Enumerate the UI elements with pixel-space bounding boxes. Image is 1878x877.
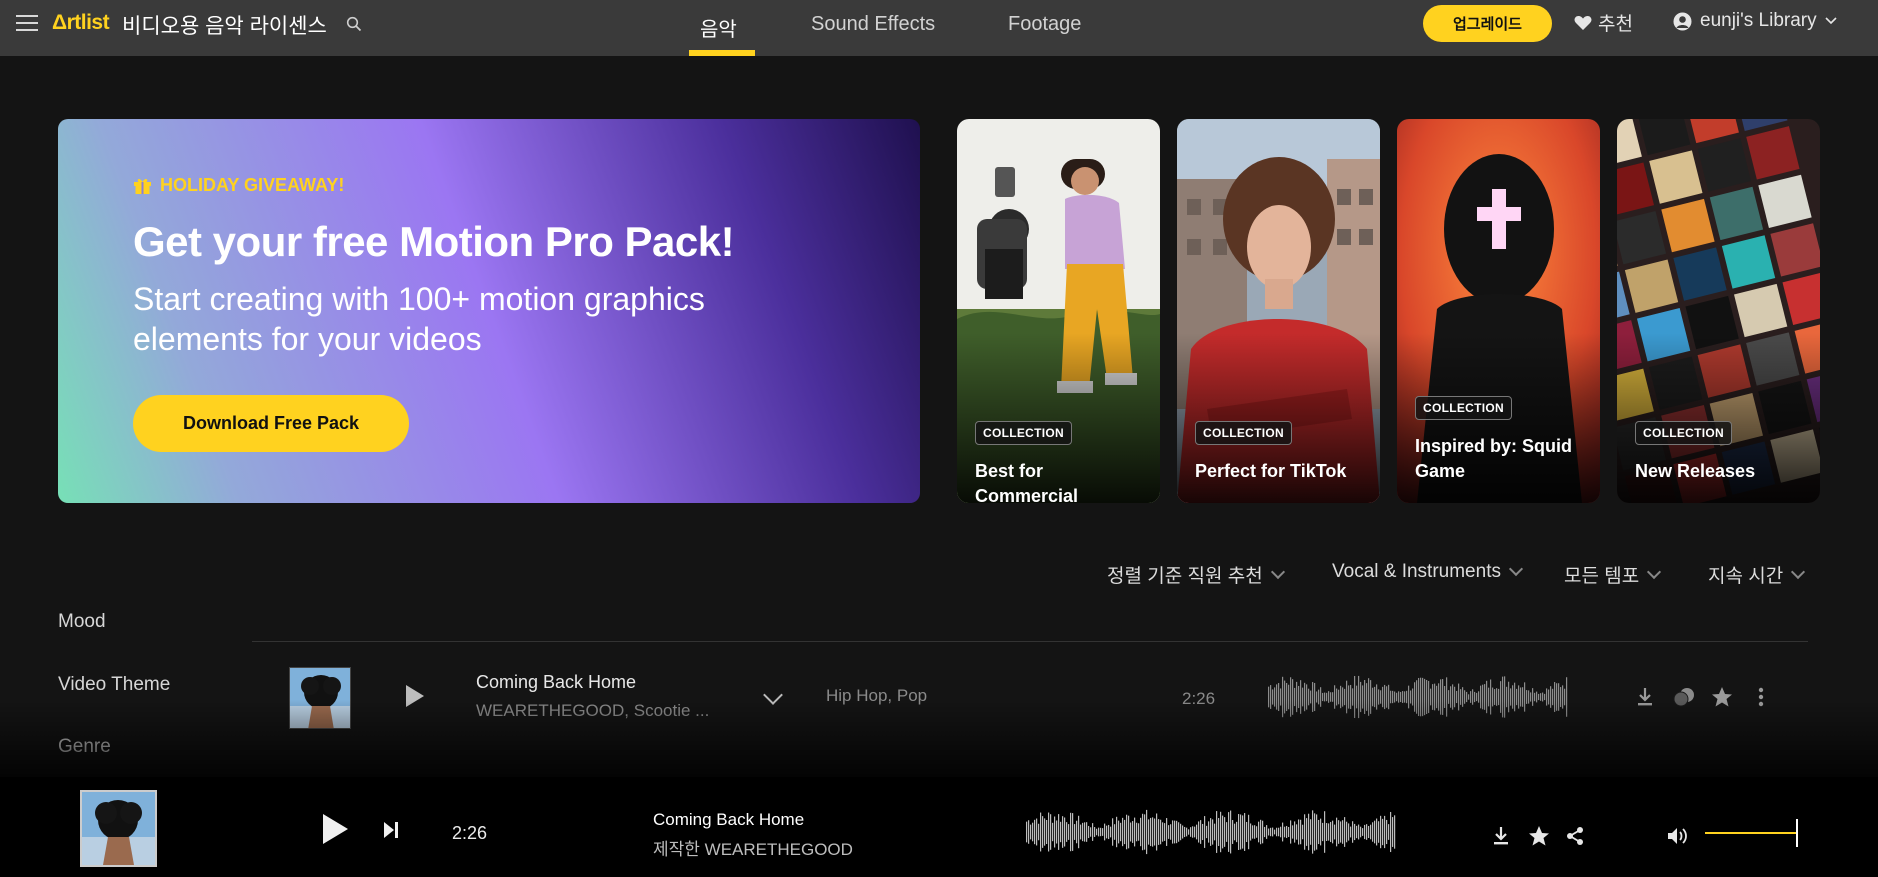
tempo-dropdown[interactable]: 모든 템포 bbox=[1564, 561, 1662, 588]
gift-icon bbox=[134, 178, 151, 194]
share-icon[interactable] bbox=[1562, 823, 1588, 849]
bottom-player: 2:26 Coming Back Home 제작한 WEARETHEGOOD bbox=[0, 777, 1878, 877]
collection-badge: COLLECTION bbox=[1635, 421, 1732, 445]
hero-title: Get your free Motion Pro Pack! bbox=[133, 218, 735, 265]
player-track-artist[interactable]: 제작한 WEARETHEGOOD bbox=[653, 835, 853, 860]
track-artist[interactable]: WEARETHEGOOD, Scootie ... bbox=[476, 701, 716, 721]
play-icon[interactable] bbox=[320, 812, 350, 846]
player-time: 2:26 bbox=[452, 823, 488, 843]
chevron-down-icon bbox=[1647, 564, 1662, 579]
collection-card-commercial[interactable]: COLLECTION Best for Commercial bbox=[957, 119, 1160, 503]
library-menu[interactable]: eunji's Library bbox=[1673, 10, 1837, 32]
chevron-down-icon bbox=[1270, 564, 1285, 579]
player-track-title[interactable]: Coming Back Home bbox=[653, 810, 804, 830]
search-icon[interactable] bbox=[346, 16, 362, 32]
sort-label: 정렬 기준 직원 추천 bbox=[1107, 566, 1263, 587]
player-cover[interactable] bbox=[80, 790, 157, 867]
tab-music[interactable]: 음악 bbox=[700, 13, 737, 42]
track-title[interactable]: Coming Back Home bbox=[476, 672, 636, 693]
collection-title: New Releases bbox=[1635, 461, 1756, 481]
recommend-link[interactable]: 추천 bbox=[1574, 9, 1633, 36]
hero-tag: HOLIDAY GIVEAWAY! bbox=[133, 175, 344, 196]
recommend-label: 추천 bbox=[1598, 14, 1633, 35]
collection-card-tiktok[interactable]: COLLECTION Perfect for TikTok bbox=[1177, 119, 1380, 503]
tab-sound-effects[interactable]: Sound Effects bbox=[811, 13, 935, 36]
collection-badge: COLLECTION bbox=[975, 421, 1072, 445]
vocal-instruments-dropdown[interactable]: Vocal & Instruments bbox=[1332, 561, 1524, 583]
tab-footage[interactable]: Footage bbox=[1008, 13, 1081, 36]
star-icon[interactable] bbox=[1709, 684, 1735, 710]
track-waveform[interactable] bbox=[1268, 672, 1568, 722]
collection-card-squid-game[interactable]: COLLECTION Inspired by: Squid Game bbox=[1397, 119, 1600, 503]
stems-icon[interactable] bbox=[1671, 684, 1697, 710]
heart-icon bbox=[1574, 15, 1592, 30]
artlist-app: Δrtlist 비디오용 음악 라이센스 음악 Sound Effects Fo… bbox=[0, 0, 1878, 877]
duration-label: 지속 시간 bbox=[1708, 566, 1784, 587]
collection-title: Best for Commercial bbox=[975, 461, 1079, 503]
download-icon[interactable] bbox=[1632, 684, 1658, 710]
download-icon[interactable] bbox=[1488, 823, 1514, 849]
collection-badge: COLLECTION bbox=[1415, 396, 1512, 420]
more-options-icon[interactable] bbox=[1748, 684, 1774, 710]
collection-card-new-releases[interactable]: COLLECTION New Releases bbox=[1617, 119, 1820, 503]
volume-slider[interactable] bbox=[1705, 832, 1797, 834]
star-icon[interactable] bbox=[1526, 823, 1552, 849]
chevron-down-icon bbox=[1791, 564, 1806, 579]
chevron-down-icon bbox=[1508, 561, 1524, 577]
upgrade-button[interactable]: 업그레이드 bbox=[1423, 5, 1552, 42]
skip-next-icon[interactable] bbox=[383, 821, 399, 839]
vocal-label: Vocal & Instruments bbox=[1332, 561, 1501, 582]
hero-tag-label: HOLIDAY GIVEAWAY! bbox=[160, 175, 345, 195]
sort-dropdown[interactable]: 정렬 기준 직원 추천 bbox=[1107, 561, 1285, 588]
track-cover bbox=[289, 667, 351, 729]
hero-subtitle: Start creating with 100+ motion graphics… bbox=[133, 281, 705, 357]
play-icon[interactable] bbox=[400, 682, 428, 710]
hamburger-menu-icon[interactable] bbox=[16, 15, 38, 33]
track-duration: 2:26 bbox=[1182, 689, 1216, 708]
sidebar-item-genre[interactable]: Genre bbox=[58, 736, 111, 758]
active-tab-indicator bbox=[689, 50, 755, 56]
track-genres[interactable]: Hip Hop, Pop bbox=[826, 686, 927, 706]
volume-knob[interactable] bbox=[1795, 819, 1798, 847]
site-title: 비디오용 음악 라이센스 bbox=[122, 15, 327, 38]
user-avatar-icon bbox=[1673, 12, 1692, 30]
volume-icon[interactable] bbox=[1664, 823, 1690, 849]
player-waveform[interactable] bbox=[1026, 807, 1396, 857]
chevron-down-icon bbox=[1825, 17, 1837, 25]
collection-badge: COLLECTION bbox=[1195, 421, 1292, 445]
collection-title: Perfect for TikTok bbox=[1195, 461, 1347, 481]
download-free-pack-button[interactable]: Download Free Pack bbox=[133, 395, 409, 452]
expand-chevron-icon[interactable] bbox=[763, 685, 783, 705]
top-nav-bar: Δrtlist 비디오용 음악 라이센스 음악 Sound Effects Fo… bbox=[0, 0, 1878, 56]
list-divider bbox=[252, 641, 1808, 642]
sidebar-item-mood[interactable]: Mood bbox=[58, 611, 106, 633]
tempo-label: 모든 템포 bbox=[1564, 566, 1640, 587]
library-label: eunji's Library bbox=[1700, 10, 1817, 31]
collection-title: Inspired by: Squid Game bbox=[1415, 436, 1573, 481]
sidebar-item-video-theme[interactable]: Video Theme bbox=[58, 674, 170, 696]
artlist-logo[interactable]: Δrtlist bbox=[52, 11, 110, 35]
hero-banner[interactable]: HOLIDAY GIVEAWAY! Get your free Motion P… bbox=[58, 119, 920, 503]
duration-dropdown[interactable]: 지속 시간 bbox=[1708, 561, 1806, 588]
